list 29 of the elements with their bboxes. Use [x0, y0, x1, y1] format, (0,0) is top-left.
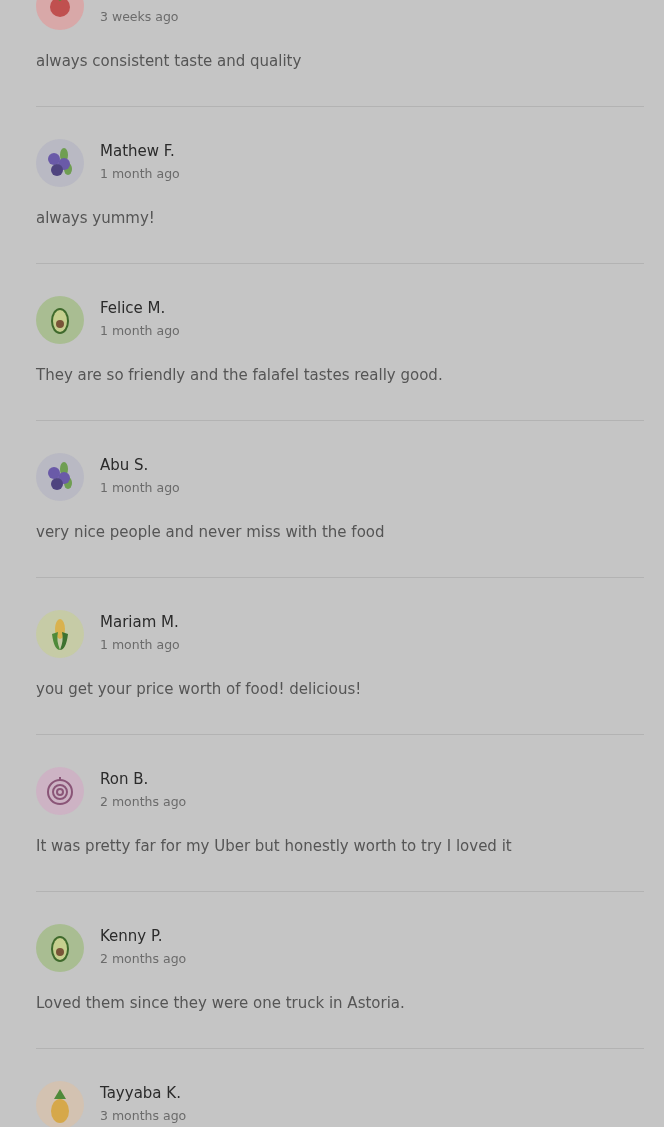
review-time: 2 months ago [100, 793, 187, 811]
review-text: always yummy! [36, 208, 156, 228]
avocado-icon [36, 924, 84, 972]
reviewer-name: Mathew F. [100, 141, 176, 162]
review-time: 1 month ago [100, 322, 180, 340]
review-text: very nice people and never miss with the food [36, 522, 386, 542]
onion-icon [36, 767, 84, 815]
review-time: 1 month ago [100, 479, 180, 497]
reviewer-name: Tayyaba K. [100, 1083, 182, 1104]
review-time: 1 month ago [100, 165, 180, 183]
review-time: 1 month ago [100, 636, 180, 654]
reviewer-name: Felice M. [100, 298, 167, 319]
reviewer-name: Mariam M. [100, 612, 180, 633]
review-time: 2 months ago [100, 950, 187, 968]
reviewer-name: Abu S. [100, 455, 150, 476]
reviewer-name: Kenny P. [100, 926, 164, 947]
review-time: 3 weeks ago [100, 8, 179, 26]
review-text: you get your price worth of food! delicious! [36, 679, 363, 699]
pineapple-icon [36, 1081, 84, 1127]
blueberry-icon [36, 139, 84, 187]
review-text: It was pretty far for my Uber but honestly worth to try I loved it [36, 836, 513, 856]
review-time: 3 months ago [100, 1107, 187, 1125]
avocado-icon [36, 296, 84, 344]
review-text: always consistent taste and quality [36, 51, 303, 71]
blueberry-icon [36, 453, 84, 501]
review-text: They are so friendly and the falafel tastes really good. [36, 365, 444, 385]
review-text: Loved them since they were one truck in Astoria. [36, 993, 406, 1013]
reviewer-name: Ron B. [100, 769, 150, 790]
corn-icon [36, 610, 84, 658]
